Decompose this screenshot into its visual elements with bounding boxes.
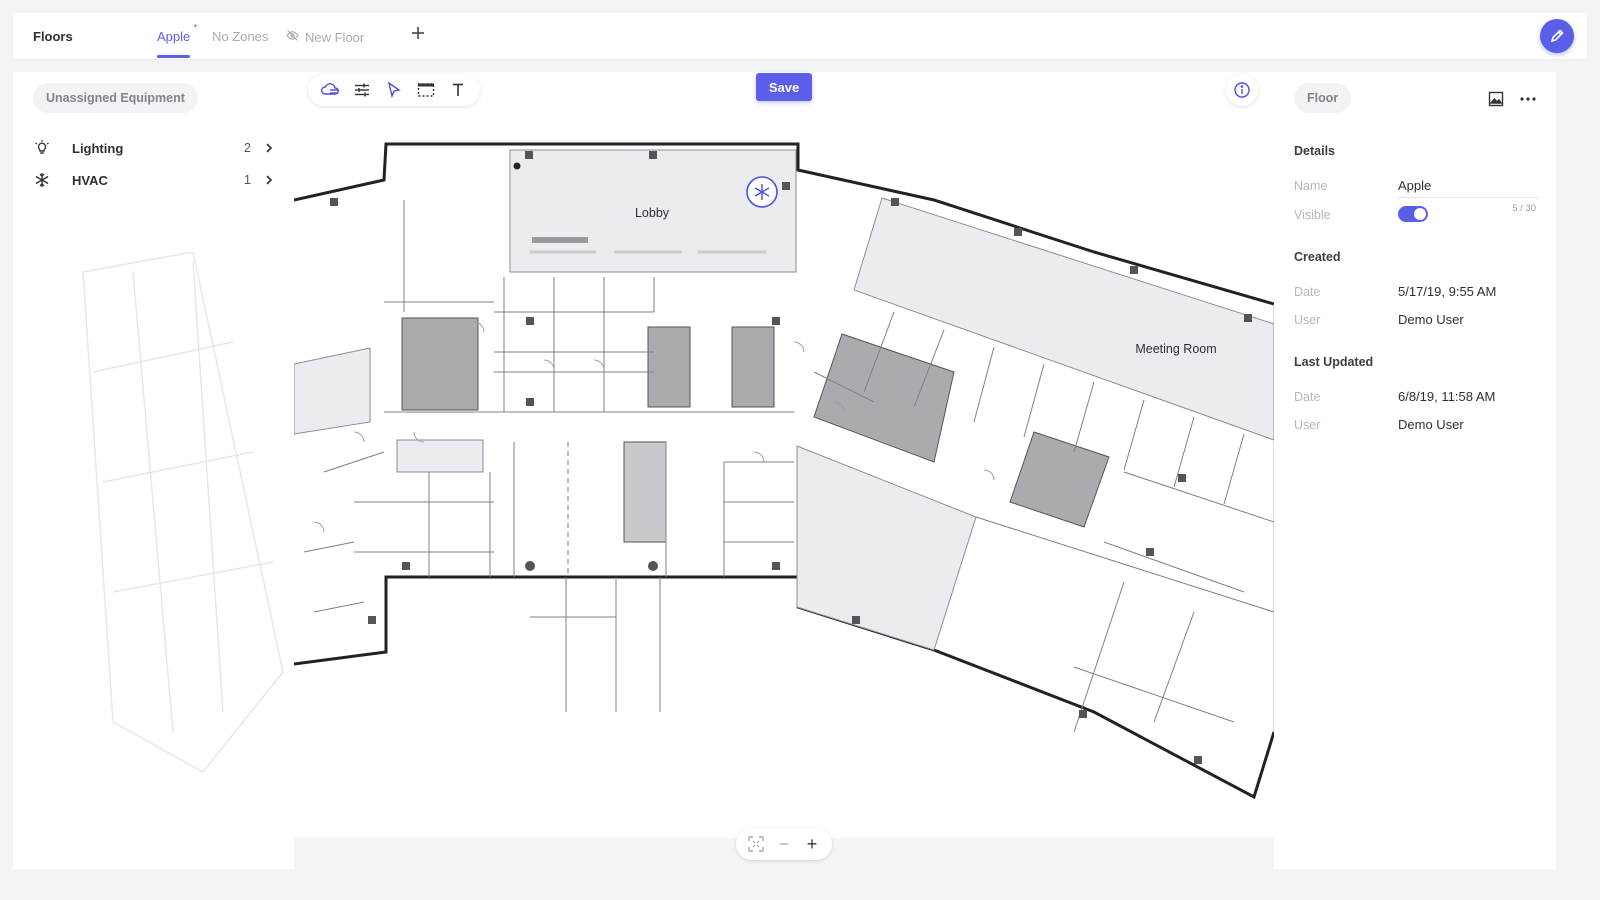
details-heading: Details <box>1294 144 1335 158</box>
cloud-layers-icon <box>321 83 339 95</box>
add-floor-button[interactable] <box>411 23 425 46</box>
floorplan-canvas[interactable]: Lobby Meeting Room <box>294 72 1274 838</box>
select-tool-button[interactable] <box>383 79 405 101</box>
unassigned-equipment-panel: Unassigned Equipment Lighting 2 HVAC 1 <box>13 72 294 869</box>
unsaved-marker: * <box>193 23 198 34</box>
last-updated-heading: Last Updated <box>1294 355 1374 369</box>
lightbulb-icon <box>33 139 51 157</box>
chevron-right-icon <box>265 173 275 188</box>
name-label: Name <box>1294 179 1328 193</box>
name-field[interactable]: Apple <box>1398 178 1431 193</box>
info-button[interactable] <box>1226 74 1258 106</box>
more-horizontal-icon <box>1520 97 1536 101</box>
adjust-tool-button[interactable] <box>351 79 373 101</box>
snowflake-icon <box>33 171 51 189</box>
floor-chip: Floor <box>1294 83 1352 113</box>
room-label-meeting-room: Meeting Room <box>1135 342 1216 356</box>
floorplan-drawing[interactable]: Lobby Meeting Room <box>294 72 1274 838</box>
text-icon <box>453 83 463 96</box>
created-date-value: 5/17/19, 9:55 AM <box>1398 284 1497 299</box>
equipment-row-lighting[interactable]: Lighting 2 <box>33 136 275 160</box>
image-icon <box>1488 91 1504 107</box>
pointer-icon <box>388 82 401 98</box>
floor-details-panel: Floor Details Name Apple 5 / 30 Visible … <box>1274 72 1556 869</box>
tab-label: No Zones <box>212 29 269 44</box>
tab-no-zones[interactable]: No Zones <box>212 29 268 44</box>
more-options-button[interactable] <box>1518 89 1538 109</box>
created-user-value: Demo User <box>1398 312 1464 327</box>
sliders-icon <box>355 83 369 97</box>
info-icon <box>1234 82 1250 98</box>
layers-tool-button[interactable] <box>319 79 341 101</box>
tab-apple[interactable]: Apple * <box>157 23 197 58</box>
updated-user-label: User <box>1294 418 1321 432</box>
pencil-icon <box>1550 29 1564 43</box>
tab-new-floor[interactable]: New Floor <box>286 29 364 45</box>
name-field-underline <box>1398 197 1538 198</box>
zoom-in-button[interactable]: + <box>801 833 823 855</box>
visible-toggle[interactable] <box>1398 206 1428 222</box>
equipment-row-hvac[interactable]: HVAC 1 <box>33 168 275 192</box>
drawing-toolbar <box>308 74 480 106</box>
visible-label: Visible <box>1294 208 1331 222</box>
page-title: Floors <box>33 29 73 44</box>
created-user-label: User <box>1294 313 1321 327</box>
fit-to-screen-button[interactable] <box>745 833 767 855</box>
name-char-counter: 5 / 30 <box>1512 203 1536 214</box>
equipment-label: Lighting <box>72 140 124 156</box>
floor-image-button[interactable] <box>1486 89 1506 109</box>
select-area-icon <box>417 83 435 97</box>
chevron-right-icon <box>265 141 275 156</box>
edit-button[interactable] <box>1540 19 1574 53</box>
unassigned-equipment-chip: Unassigned Equipment <box>33 83 198 113</box>
eye-off-icon <box>286 29 299 45</box>
tab-label: New Floor <box>305 29 365 45</box>
plus-icon <box>412 27 424 39</box>
created-date-label: Date <box>1294 285 1321 299</box>
zoom-controls: − + <box>736 828 832 860</box>
equipment-count: 2 <box>244 141 251 155</box>
equipment-count: 1 <box>244 173 251 187</box>
updated-date-label: Date <box>1294 390 1321 404</box>
tab-label: Apple <box>157 29 191 44</box>
created-heading: Created <box>1294 250 1341 264</box>
equipment-label: HVAC <box>72 172 108 188</box>
area-tool-button[interactable] <box>415 79 437 101</box>
fit-screen-icon <box>748 836 764 852</box>
updated-user-value: Demo User <box>1398 417 1464 432</box>
save-button[interactable]: Save <box>756 73 812 101</box>
updated-date-value: 6/8/19, 11:58 AM <box>1398 389 1496 404</box>
room-label-lobby: Lobby <box>635 206 670 220</box>
floorplan-ghost-graphic <box>82 252 284 772</box>
zoom-out-button[interactable]: − <box>773 833 795 855</box>
text-tool-button[interactable] <box>447 79 469 101</box>
floors-header: Floors Apple * No Zones New Floor <box>13 13 1587 59</box>
